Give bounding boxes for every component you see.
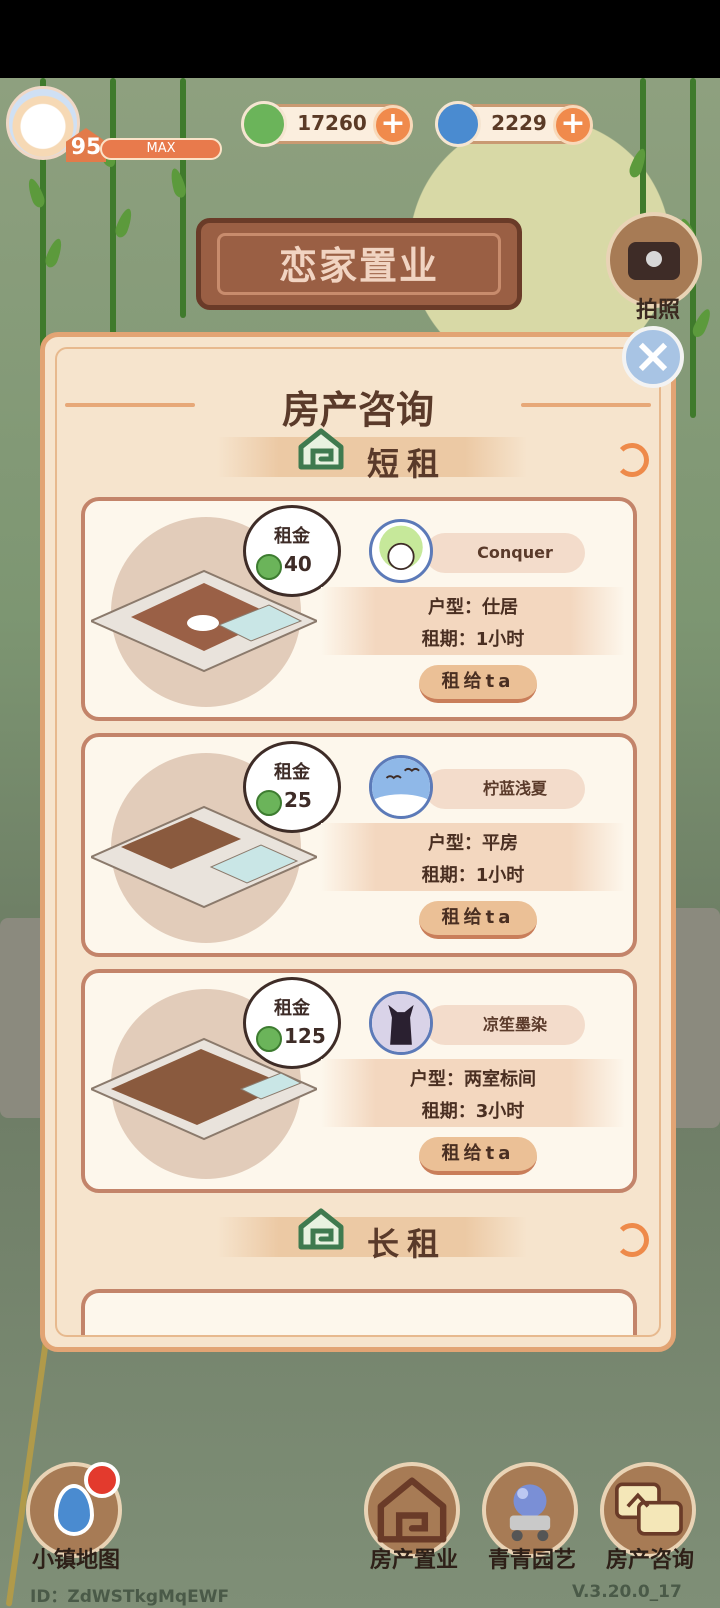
xp-bar: MAX [100,138,222,160]
refresh-long-rent-icon[interactable] [615,1223,649,1257]
leaf-currency-value: 17260 [297,111,367,135]
sheep-avatar-icon [379,525,423,571]
property-consult-label: 房产咨询 [605,1548,694,1573]
chat-house-icon [615,1482,683,1536]
rent-to-tenant-button[interactable]: 租给ta [419,901,537,939]
panel-content: 房产咨询 短租 租金 40 Conquer 户型：仕居 租期：1小时 租给ta … [55,347,661,1337]
rent-price: 125 [284,1024,326,1048]
listing-card: 租金 40 Conquer 户型：仕居 租期：1小时 租给ta [81,497,637,721]
leaf-currency: 17260 + [241,101,413,147]
long-rent-header: 长租 [217,1208,527,1263]
tenant-name: 柠蓝浅夏 [425,769,585,809]
rent-label: 租金 [274,998,310,1019]
tenant-name: 凉笙墨染 [425,1005,585,1045]
property-consult-panel: 房产咨询 短租 租金 40 Conquer 户型：仕居 租期：1小时 租给ta … [40,332,676,1352]
black-cat-avatar-icon [372,994,430,1052]
rent-to-tenant-button[interactable]: 租给ta [419,665,537,703]
listing-card-partial [81,1289,637,1335]
shop-sign-title: 恋家置业 [217,233,501,295]
listing-card: 租金 125 凉笙墨染 户型：两室标间 租期：3小时 租给ta [81,969,637,1193]
swirl-currency: 2229 + [435,101,593,147]
rent-label: 租金 [274,526,310,547]
long-rent-label: 长租 [367,1225,448,1263]
listing-card: 租金 25 柠蓝浅夏 户型：平房 租期：1小时 租给ta [81,733,637,957]
clover-coin-icon [256,554,282,580]
rent-bubble: 租金 40 [243,505,341,597]
shop-sign: 恋家置业 [196,218,522,310]
notification-dot [84,1462,120,1498]
rent-bubble: 租金 125 [243,977,341,1069]
house-icon [298,1208,344,1250]
rent-duration: 租期：3小时 [421,1101,525,1122]
room-type: 户型：平房 [428,833,518,854]
listing-info: 户型：平房 租期：1小时 [321,823,625,891]
birds-sky-avatar-icon [372,758,430,816]
tenant-avatar[interactable] [369,519,433,583]
swirl-currency-value: 2229 [491,111,547,135]
listing-info: 户型：仕居 租期：1小时 [321,587,625,655]
version-text: V.3.20.0_17 [572,1582,682,1602]
refresh-short-rent-icon[interactable] [615,443,649,477]
tenant-avatar[interactable] [369,991,433,1055]
rent-bubble: 租金 25 [243,741,341,833]
clover-coin-icon [256,790,282,816]
add-leaf-button[interactable]: + [373,105,413,145]
camera-label: 拍照 [635,298,680,323]
town-map-label: 小镇地图 [31,1548,120,1573]
house-nav-icon [377,1477,447,1543]
room-type: 户型：仕居 [428,597,518,618]
rent-duration: 租期：1小时 [421,865,525,886]
swirl-icon [435,101,481,147]
rent-price: 25 [284,788,312,812]
close-button[interactable]: × [622,326,684,388]
short-rent-header: 短租 [217,428,527,483]
rent-price: 40 [284,552,312,576]
tenant-name: Conquer [425,533,585,573]
camera-lens-icon [642,247,666,271]
clover-coin-icon [256,1026,282,1052]
clover-icon [241,101,287,147]
player-id: ID：ZdWSTkgMqEWF [30,1587,230,1607]
status-bar [0,0,720,78]
panel-title: 房产咨询 [281,388,434,432]
room-type: 户型：两室标间 [410,1069,536,1090]
short-rent-label: 短租 [367,445,448,483]
rent-to-tenant-button[interactable]: 租给ta [419,1137,537,1175]
rent-label: 租金 [274,762,310,783]
tenant-avatar[interactable] [369,755,433,819]
rent-duration: 租期：1小时 [421,629,525,650]
add-swirl-button[interactable]: + [553,105,593,145]
house-icon [298,428,344,470]
flower-cart-icon [509,1484,551,1542]
listing-info: 户型：两室标间 租期：3小时 [321,1059,625,1127]
